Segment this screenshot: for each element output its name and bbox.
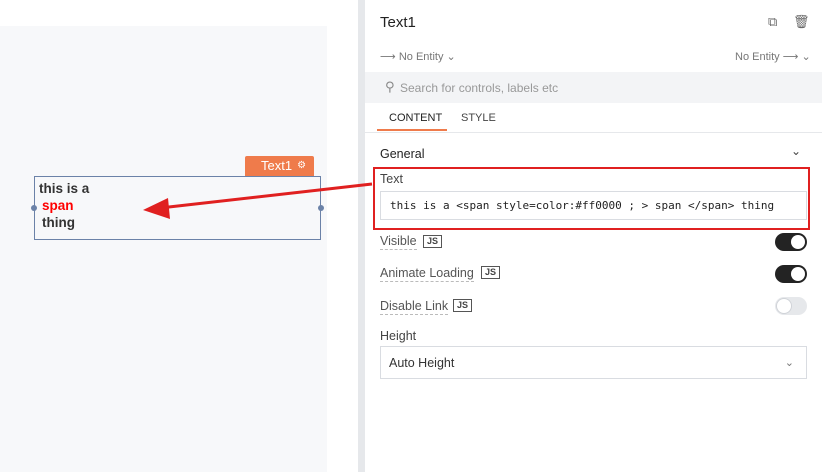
text-widget[interactable]: this is a span thing (34, 176, 321, 240)
animate-loading-label: Animate Loading (380, 266, 474, 282)
disable-link-toggle[interactable] (775, 297, 807, 315)
chevron-down-icon: ⌄ (801, 51, 811, 63)
entity-right-label: No Entity (735, 51, 780, 63)
disable-link-label: Disable Link (380, 299, 449, 315)
tab-style[interactable]: STYLE (461, 112, 496, 124)
chevron-down-icon[interactable]: ⌄ (791, 144, 801, 158)
tab-content[interactable]: CONTENT (389, 112, 442, 124)
toggle-knob (791, 235, 805, 249)
entity-left[interactable]: ⟶ No Entity ⌄ (380, 50, 456, 63)
pane-title: Text1 (380, 14, 416, 31)
arrow-right-icon: ⟶ (380, 51, 396, 63)
widget-text-line-span: span (42, 198, 74, 213)
copy-icon[interactable]: ⧉ (768, 14, 777, 30)
height-select[interactable]: Auto Height ⌄ (380, 346, 807, 379)
text-label: Text (380, 172, 403, 186)
js-toggle-disable-link[interactable]: JS (453, 299, 473, 312)
resize-handle-left[interactable] (31, 205, 37, 211)
toggle-knob (777, 299, 791, 313)
entity-left-label: No Entity (398, 51, 444, 63)
resize-handle-right[interactable] (318, 205, 324, 211)
chevron-down-icon: ⌄ (784, 357, 794, 369)
canvas-topbar (0, 0, 362, 26)
widget-name-label: Text1 (261, 158, 293, 173)
js-toggle-animate[interactable]: JS (481, 266, 501, 279)
js-toggle-visible[interactable]: JS (423, 235, 443, 248)
canvas-gutter (327, 26, 358, 472)
widget-text-line-3: thing (42, 215, 75, 230)
search-bar[interactable]: ⚲ Search for controls, labels etc (365, 72, 822, 103)
active-tab-indicator (377, 129, 447, 131)
widget-name-tag[interactable]: Text1 ⚙ (245, 156, 315, 176)
property-pane: Text1 ⧉ 🗑 ⟶ No Entity ⌄ No Entity ⟶ ⌄ ⚲ … (365, 0, 822, 472)
visible-label: Visible (380, 234, 417, 250)
search-icon: ⚲ (385, 79, 395, 94)
app-root: Text1 ⚙ this is a span thing Text1 ⧉ 🗑 ⟶… (0, 0, 822, 472)
visible-toggle[interactable] (775, 233, 807, 251)
search-placeholder: Search for controls, labels etc (400, 81, 559, 95)
height-select-value: Auto Height (389, 356, 455, 370)
section-general-title[interactable]: General (380, 147, 424, 161)
toggle-knob (791, 267, 805, 281)
entity-right[interactable]: No Entity ⟶ ⌄ (735, 50, 811, 63)
text-input[interactable]: this is a <span style=color:#ff0000 ; > … (380, 191, 807, 220)
widget-text-line-1: this is a (39, 181, 90, 196)
arrow-right-icon: ⟶ (782, 51, 799, 63)
height-label: Height (380, 329, 417, 343)
chevron-down-icon: ⌄ (446, 51, 456, 63)
pane-divider[interactable] (358, 0, 365, 472)
animate-loading-toggle[interactable] (775, 265, 807, 283)
delete-icon[interactable]: 🗑 (793, 14, 810, 30)
gear-icon[interactable]: ⚙ (297, 156, 306, 176)
